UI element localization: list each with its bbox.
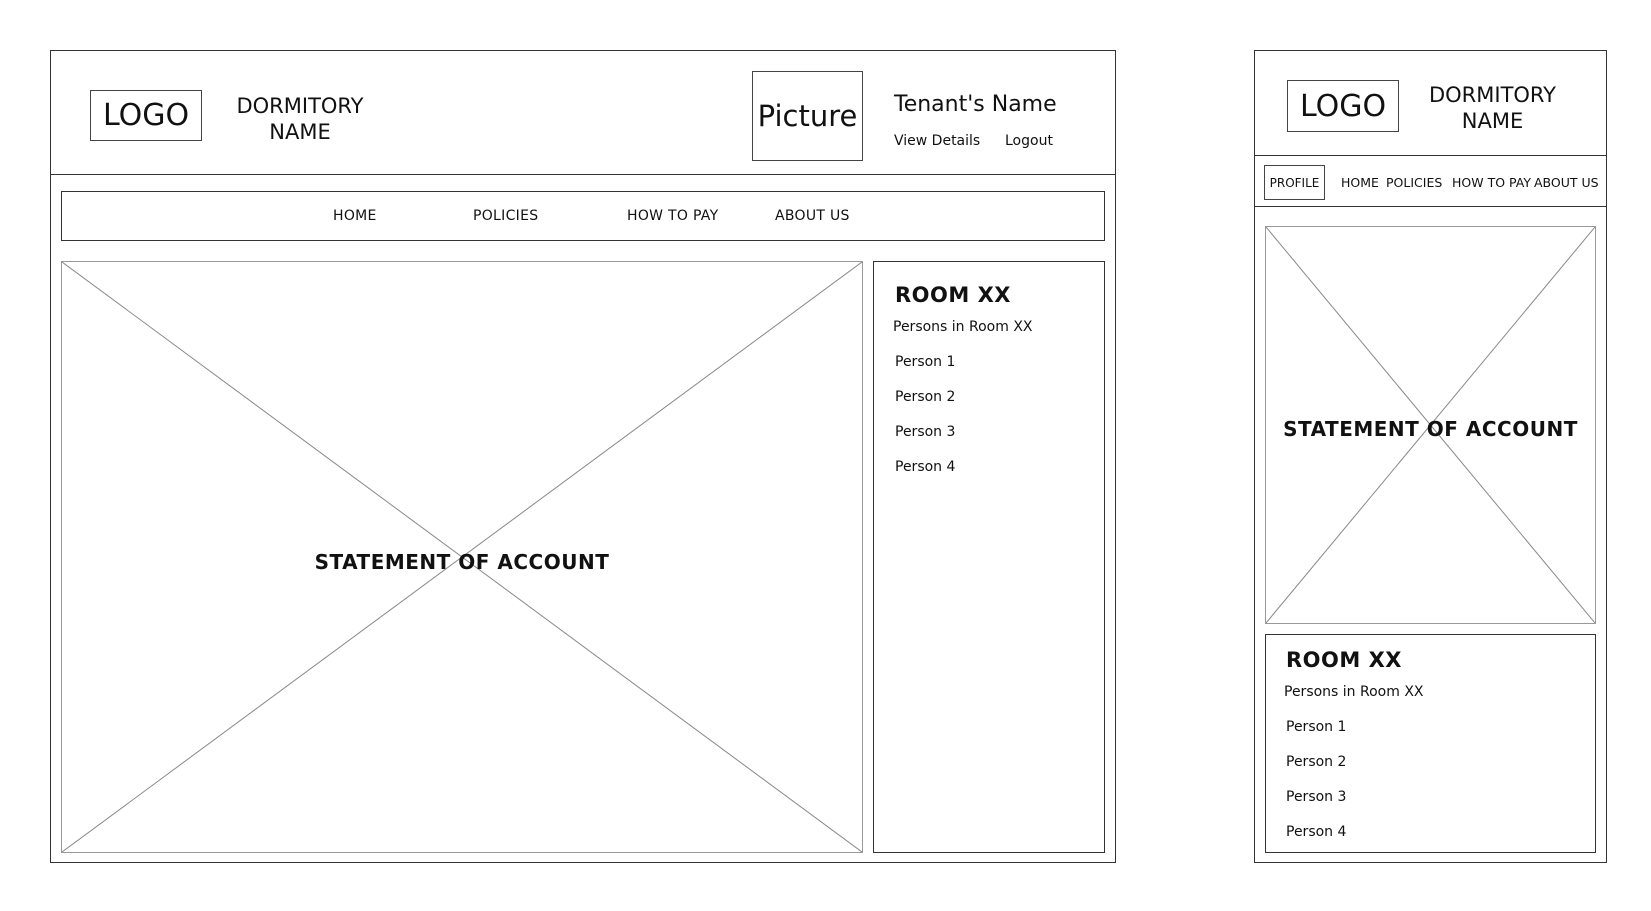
desktop-nav-bar [61, 191, 1105, 241]
desktop-header-divider [50, 174, 1116, 175]
person-1: Person 1 [895, 354, 956, 370]
dormitory-name-line2: NAME [269, 120, 331, 144]
mobile-profile-button[interactable]: PROFILE [1264, 165, 1325, 200]
person-2: Person 2 [895, 389, 956, 405]
mobile-nav-policies[interactable]: POLICIES [1386, 175, 1442, 190]
nav-home[interactable]: HOME [333, 208, 377, 224]
desktop-dormitory-name: DORMITORY NAME [220, 93, 380, 145]
mobile-person-3: Person 3 [1286, 789, 1347, 805]
mobile-person-2: Person 2 [1286, 754, 1347, 770]
mobile-header-divider [1254, 155, 1607, 156]
person-4: Person 4 [895, 459, 956, 475]
nav-about-us[interactable]: ABOUT US [775, 208, 850, 224]
desktop-room-panel [873, 261, 1105, 853]
dormitory-name-line1: DORMITORY [236, 94, 364, 118]
mobile-statement-of-account-label: STATEMENT OF ACCOUNT [1283, 417, 1578, 441]
mobile-room-title: ROOM XX [1286, 648, 1402, 672]
tenant-picture: Picture [752, 71, 863, 161]
mobile-nav-how-to-pay[interactable]: HOW TO PAY [1452, 175, 1531, 190]
mobile-logo[interactable]: LOGO [1287, 80, 1399, 132]
tenant-name: Tenant's Name [894, 92, 1057, 117]
mobile-room-subtitle: Persons in Room XX [1284, 684, 1424, 700]
nav-how-to-pay[interactable]: HOW TO PAY [627, 208, 718, 224]
room-title: ROOM XX [895, 283, 1011, 307]
mobile-person-1: Person 1 [1286, 719, 1347, 735]
mobile-dormitory-name: DORMITORY NAME [1410, 82, 1575, 134]
mobile-dormitory-name-line1: DORMITORY [1428, 83, 1557, 107]
nav-policies[interactable]: POLICIES [473, 208, 538, 224]
statement-of-account-label: STATEMENT OF ACCOUNT [314, 550, 610, 574]
room-subtitle: Persons in Room XX [893, 319, 1033, 335]
mobile-dormitory-name-line2: NAME [1461, 109, 1524, 133]
desktop-logo[interactable]: LOGO [90, 90, 202, 141]
mobile-nav-divider [1254, 206, 1607, 207]
mobile-person-4: Person 4 [1286, 824, 1347, 840]
mobile-nav-about-us[interactable]: ABOUT US [1534, 175, 1599, 190]
logout-link[interactable]: Logout [1005, 133, 1053, 149]
mobile-nav-home[interactable]: HOME [1341, 175, 1379, 190]
person-3: Person 3 [895, 424, 956, 440]
view-details-link[interactable]: View Details [894, 133, 980, 149]
